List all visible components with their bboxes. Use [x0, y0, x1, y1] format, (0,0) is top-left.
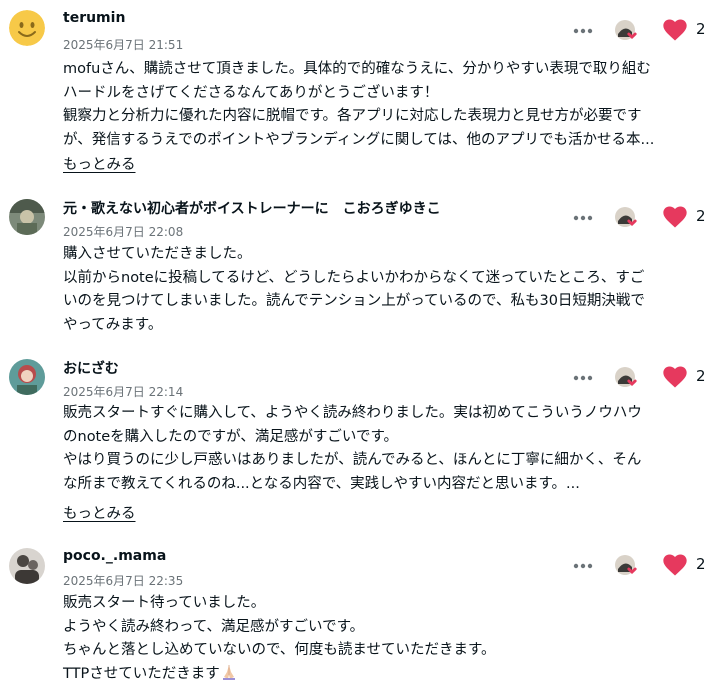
comment-line: TTPさせていただきます — [63, 663, 713, 690]
comment-author[interactable]: terumin — [63, 10, 125, 26]
comment-date: 2025年6月7日 22:14 — [63, 385, 184, 399]
comment-author[interactable]: おにざむ — [63, 358, 119, 378]
show-more-link[interactable]: もっとみる — [63, 153, 136, 174]
like-count: 2 — [696, 367, 706, 385]
like-button[interactable] — [661, 16, 689, 44]
comment-line: いのを見つけてしまいました。読んでテンション上がっているので、私も30日短期決戦… — [63, 293, 645, 309]
more-options-button[interactable] — [572, 371, 594, 385]
comment-line: ちゃんと落とし込めていないので、何度も読ませていただきます。 — [63, 642, 496, 658]
more-options-button[interactable] — [572, 211, 594, 225]
author-supporter-avatar — [615, 207, 637, 227]
like-count: 2 — [696, 207, 706, 225]
praying-hands-icon — [220, 663, 238, 690]
like-count: 2 — [696, 555, 706, 573]
show-more-link[interactable]: もっとみる — [63, 502, 136, 523]
comment-line: 以前からnoteに投稿してるけど、どうしたらよいかわからなくて迷っていたところ、… — [63, 269, 645, 286]
comment-line-text: TTPさせていただきます — [63, 665, 220, 682]
more-options-button[interactable] — [572, 24, 594, 38]
comment-body: 販売スタートすぐに購入して、ようやく読み終わりました。実は初めてこういうノウハウ… — [63, 402, 713, 496]
comment-line: 購入させていただきました。 — [63, 246, 252, 262]
comment-line: 販売スタート待っていました。 — [63, 595, 266, 611]
comment-item: おにざむ 2025年6月7日 22:14 2 販売スタートすぐに購入して、ようや… — [0, 350, 718, 540]
comment-item: terumin 2025年6月7日 21:51 2 mofuさん、購読させて頂き… — [0, 0, 718, 180]
like-button[interactable] — [661, 203, 689, 231]
smiley-avatar-icon[interactable] — [9, 10, 45, 46]
comment-line: やってみます。 — [63, 316, 163, 333]
comment-line: 販売スタートすぐに購入して、ようやく読み終わりました。実は初めてこういうノウハウ — [63, 405, 642, 421]
comment-line: やはり買うのに少し戸惑いはありましたが、読んでみると、ほんとに丁寧に細かく、そん — [63, 452, 642, 468]
like-button[interactable] — [661, 551, 689, 579]
comment-date: 2025年6月7日 22:08 — [63, 225, 184, 239]
like-count: 2 — [696, 20, 706, 38]
comment-body: 販売スタート待っていました。 ようやく読み終わって、満足感がすごいです。 ちゃん… — [63, 592, 713, 689]
user-photo-avatar[interactable] — [9, 199, 45, 235]
comment-body: 購入させていただきました。 以前からnoteに投稿してるけど、どうしたらよいかわ… — [63, 243, 713, 337]
user-photo-avatar[interactable] — [9, 548, 45, 584]
comment-line: のnoteを購入したのですが、満足感がすごいです。 — [63, 428, 398, 445]
more-options-button[interactable] — [572, 559, 594, 573]
comment-line: ハードルをさげてくださるなんてありがとうございます！ — [63, 84, 439, 101]
comment-item: 元・歌えない初心者がボイストレーナーに こおろぎゆきこ 2025年6月7日 22… — [0, 190, 718, 350]
comment-item: poco._.mama 2025年6月7日 22:35 2 販売スタート待ってい… — [0, 540, 718, 695]
comment-line: が、発信するうえでのポイントやブランディングに関しては、他のアプリでも活かせる本… — [63, 131, 655, 148]
comment-date: 2025年6月7日 22:35 — [63, 574, 184, 588]
author-supporter-avatar — [615, 367, 637, 387]
like-button[interactable] — [661, 363, 689, 391]
comment-date: 2025年6月7日 21:51 — [63, 38, 184, 52]
comment-line: な所まで教えてくれるのね...となる内容で、実践しやすい内容だと思います。... — [63, 475, 580, 492]
comment-line: 観察力と分析力に優れた内容に脱帽です。各アプリに対応した表現力と見せ方が必要です — [63, 108, 642, 124]
comment-line: mofuさん、購読させて頂きました。具体的で的確なうえに、分かりやすい表現で取り… — [63, 61, 651, 77]
comment-author[interactable]: poco._.mama — [63, 548, 166, 564]
user-photo-avatar[interactable] — [9, 359, 45, 395]
author-supporter-avatar — [615, 555, 637, 575]
author-supporter-avatar — [615, 20, 637, 40]
comment-body: mofuさん、購読させて頂きました。具体的で的確なうえに、分かりやすい表現で取り… — [63, 58, 713, 152]
comment-author[interactable]: 元・歌えない初心者がボイストレーナーに こおろぎゆきこ — [63, 198, 441, 218]
comment-line: ようやく読み終わって、満足感がすごいです。 — [63, 618, 365, 635]
